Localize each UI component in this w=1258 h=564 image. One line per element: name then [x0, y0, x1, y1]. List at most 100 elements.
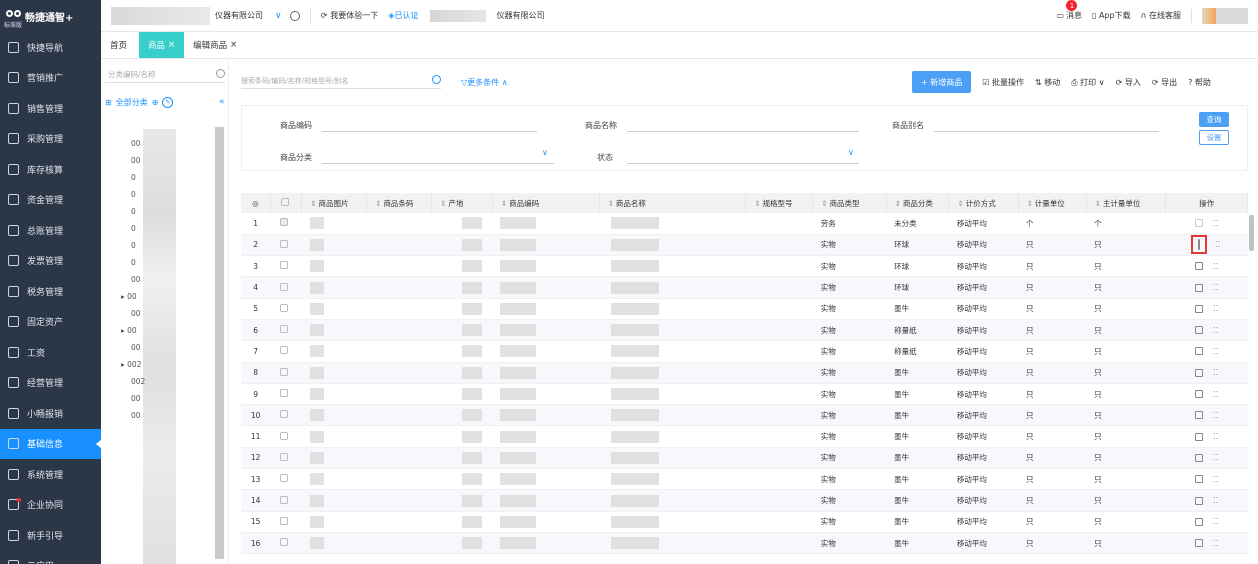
tree-item[interactable]: 00 — [131, 139, 141, 148]
chevron-down-icon[interactable]: ∨ — [848, 148, 854, 157]
row-select-cell[interactable] — [270, 319, 302, 342]
copy-icon[interactable]: ⁚⁚ — [1213, 432, 1218, 441]
print-button[interactable]: ⎙ 打印 ∨ — [1071, 77, 1104, 88]
settings-icon[interactable] — [289, 10, 300, 21]
row-select-cell[interactable] — [270, 532, 302, 555]
sidebar-item-10[interactable]: 工资 — [0, 337, 101, 368]
column-header[interactable]: ⇕ 产地 — [431, 193, 493, 213]
sidebar-item-11[interactable]: 经营管理 — [0, 368, 101, 399]
copy-icon[interactable]: ⁚⁚ — [1213, 517, 1218, 526]
row-select-cell[interactable] — [270, 362, 302, 384]
row-select-cell[interactable] — [270, 425, 302, 448]
copy-icon[interactable]: ⁚⁚ — [1213, 453, 1218, 462]
messages-button[interactable]: ▭ 1 消息 — [1056, 0, 1082, 21]
sort-icon[interactable]: ⇕ — [1095, 199, 1101, 208]
edit-icon[interactable] — [1195, 262, 1204, 271]
sidebar-item-13[interactable]: 基础信息 — [0, 428, 102, 459]
filter-code-input[interactable] — [322, 131, 537, 132]
app-download-link[interactable]: ▯ App下载 — [1092, 10, 1131, 21]
table-row[interactable]: 3 实物 环球 移动平均只只 ⁚⁚ — [241, 255, 1248, 278]
edit-icon[interactable] — [1195, 432, 1204, 441]
column-header[interactable]: ⇕ 商品条码 — [366, 193, 433, 213]
row-checkbox[interactable] — [280, 303, 289, 312]
filter-alias-input[interactable] — [934, 131, 1159, 132]
sidebar-item-1[interactable]: 营销推广 — [0, 63, 101, 94]
table-row[interactable]: 15 实物 墨牛 移动平均只只 ⁚⁚ — [241, 511, 1248, 533]
copy-icon[interactable]: ⁚⁚ — [1213, 262, 1218, 271]
tree-root[interactable]: ⊞ 全部分类 ⊕ ✎ — [105, 97, 174, 108]
tree-item[interactable]: 0 — [131, 224, 136, 233]
copy-icon[interactable]: ⁚⁚ — [1213, 347, 1218, 356]
copy-icon[interactable]: ⁚⁚ — [1213, 304, 1218, 313]
sidebar-item-8[interactable]: 税务管理 — [0, 276, 101, 307]
tab-2[interactable]: 编辑商品 × — [184, 32, 246, 58]
select-all-header[interactable] — [270, 193, 303, 213]
edit-icon[interactable] — [1195, 411, 1204, 420]
table-row[interactable]: 5 实物 墨牛 移动平均只只 ⁚⁚ — [241, 298, 1248, 320]
sort-icon[interactable]: ⇕ — [821, 199, 827, 208]
tree-item[interactable]: 00 — [131, 343, 141, 352]
copy-icon[interactable]: ⁚⁚ — [1215, 240, 1220, 249]
tree-item[interactable]: 00 — [131, 411, 141, 420]
sidebar-item-3[interactable]: 采购管理 — [0, 124, 101, 155]
row-checkbox[interactable] — [280, 538, 289, 547]
table-row[interactable]: 9 实物 墨牛 移动平均只只 ⁚⁚ — [241, 383, 1248, 406]
edit-icon[interactable] — [1195, 475, 1204, 484]
copy-icon[interactable]: ⁚⁚ — [1213, 326, 1218, 335]
table-row[interactable]: 2 实物 环球 移动平均只只 ⁚⁚ — [241, 234, 1248, 257]
user-avatar[interactable] — [1202, 7, 1248, 24]
sidebar-item-4[interactable]: 库存核算 — [0, 154, 101, 185]
table-row[interactable]: 13 实物 墨牛 移动平均只只 ⁚⁚ — [241, 468, 1248, 491]
row-select-cell[interactable] — [270, 447, 302, 470]
sidebar-item-5[interactable]: 资金管理 — [0, 185, 101, 216]
row-checkbox[interactable] — [280, 474, 289, 483]
edit-icon[interactable] — [1198, 239, 1201, 251]
move-button[interactable]: ⇅ 移动 — [1035, 77, 1060, 88]
sort-icon[interactable]: ⇕ — [754, 199, 760, 208]
sort-icon[interactable]: ⇕ — [608, 199, 614, 208]
sidebar-item-14[interactable]: 系统管理 — [0, 459, 101, 490]
row-select-cell[interactable] — [270, 340, 302, 363]
collapse-panel-icon[interactable]: « — [219, 97, 225, 107]
row-select-cell[interactable] — [270, 468, 302, 491]
tree-item[interactable]: 00 — [131, 309, 141, 318]
row-select-cell[interactable] — [270, 276, 302, 299]
sidebar-item-6[interactable]: 总账管理 — [0, 215, 101, 246]
edit-icon[interactable] — [1195, 517, 1204, 526]
tree-item[interactable]: 00 — [131, 394, 141, 403]
online-service-link[interactable]: ∩ 在线客服 — [1141, 10, 1181, 21]
column-header[interactable]: 操作 — [1165, 193, 1248, 213]
column-header[interactable]: ⇕ 主计量单位 — [1086, 193, 1167, 213]
new-goods-button[interactable]: + 新增商品 — [912, 71, 972, 93]
column-header[interactable]: ⇕ 商品编码 — [492, 193, 600, 213]
sort-icon[interactable]: ⇕ — [957, 199, 963, 208]
more-filters-toggle[interactable]: ▽更多条件 ∧ — [461, 77, 508, 88]
column-header[interactable]: ⇕ 商品名称 — [599, 193, 747, 213]
tab-0[interactable]: 首页 — [101, 32, 139, 58]
query-button[interactable]: 查询 — [1199, 112, 1229, 127]
edit-button-highlighted[interactable] — [1191, 235, 1208, 255]
edit-icon[interactable] — [1195, 283, 1204, 292]
sidebar-item-0[interactable]: 快捷导航 — [0, 32, 101, 63]
goods-search-input[interactable]: 搜索条码/编码/名称/规格型号/别名 — [241, 73, 441, 89]
select-all-checkbox[interactable] — [280, 198, 289, 206]
edit-circle-icon[interactable]: ✎ — [162, 97, 174, 108]
filter-status-select[interactable] — [627, 163, 859, 164]
edit-icon[interactable] — [1195, 453, 1204, 462]
row-select-cell[interactable] — [270, 383, 302, 406]
table-row[interactable]: 8 实物 墨牛 移动平均只只 ⁚⁚ — [241, 362, 1248, 384]
edit-icon[interactable] — [1195, 390, 1204, 399]
sort-icon[interactable]: ⇕ — [310, 199, 316, 208]
tree-scrollbar[interactable] — [215, 127, 224, 559]
column-header[interactable]: ⇕ 商品类型 — [812, 193, 887, 213]
search-icon[interactable] — [216, 69, 225, 78]
settings-button[interactable]: 设置 — [1199, 130, 1229, 145]
sidebar-item-15[interactable]: 企业协同 — [0, 490, 101, 521]
tree-item[interactable]: 00 — [131, 156, 141, 165]
edit-icon[interactable] — [1195, 304, 1204, 313]
tree-item[interactable]: ▸ 00 — [121, 292, 137, 301]
sort-icon[interactable]: ⇕ — [375, 199, 381, 208]
row-select-cell[interactable] — [270, 489, 302, 512]
tree-item[interactable]: 0 — [131, 241, 136, 250]
chevron-down-icon[interactable]: ∨ — [275, 11, 282, 21]
